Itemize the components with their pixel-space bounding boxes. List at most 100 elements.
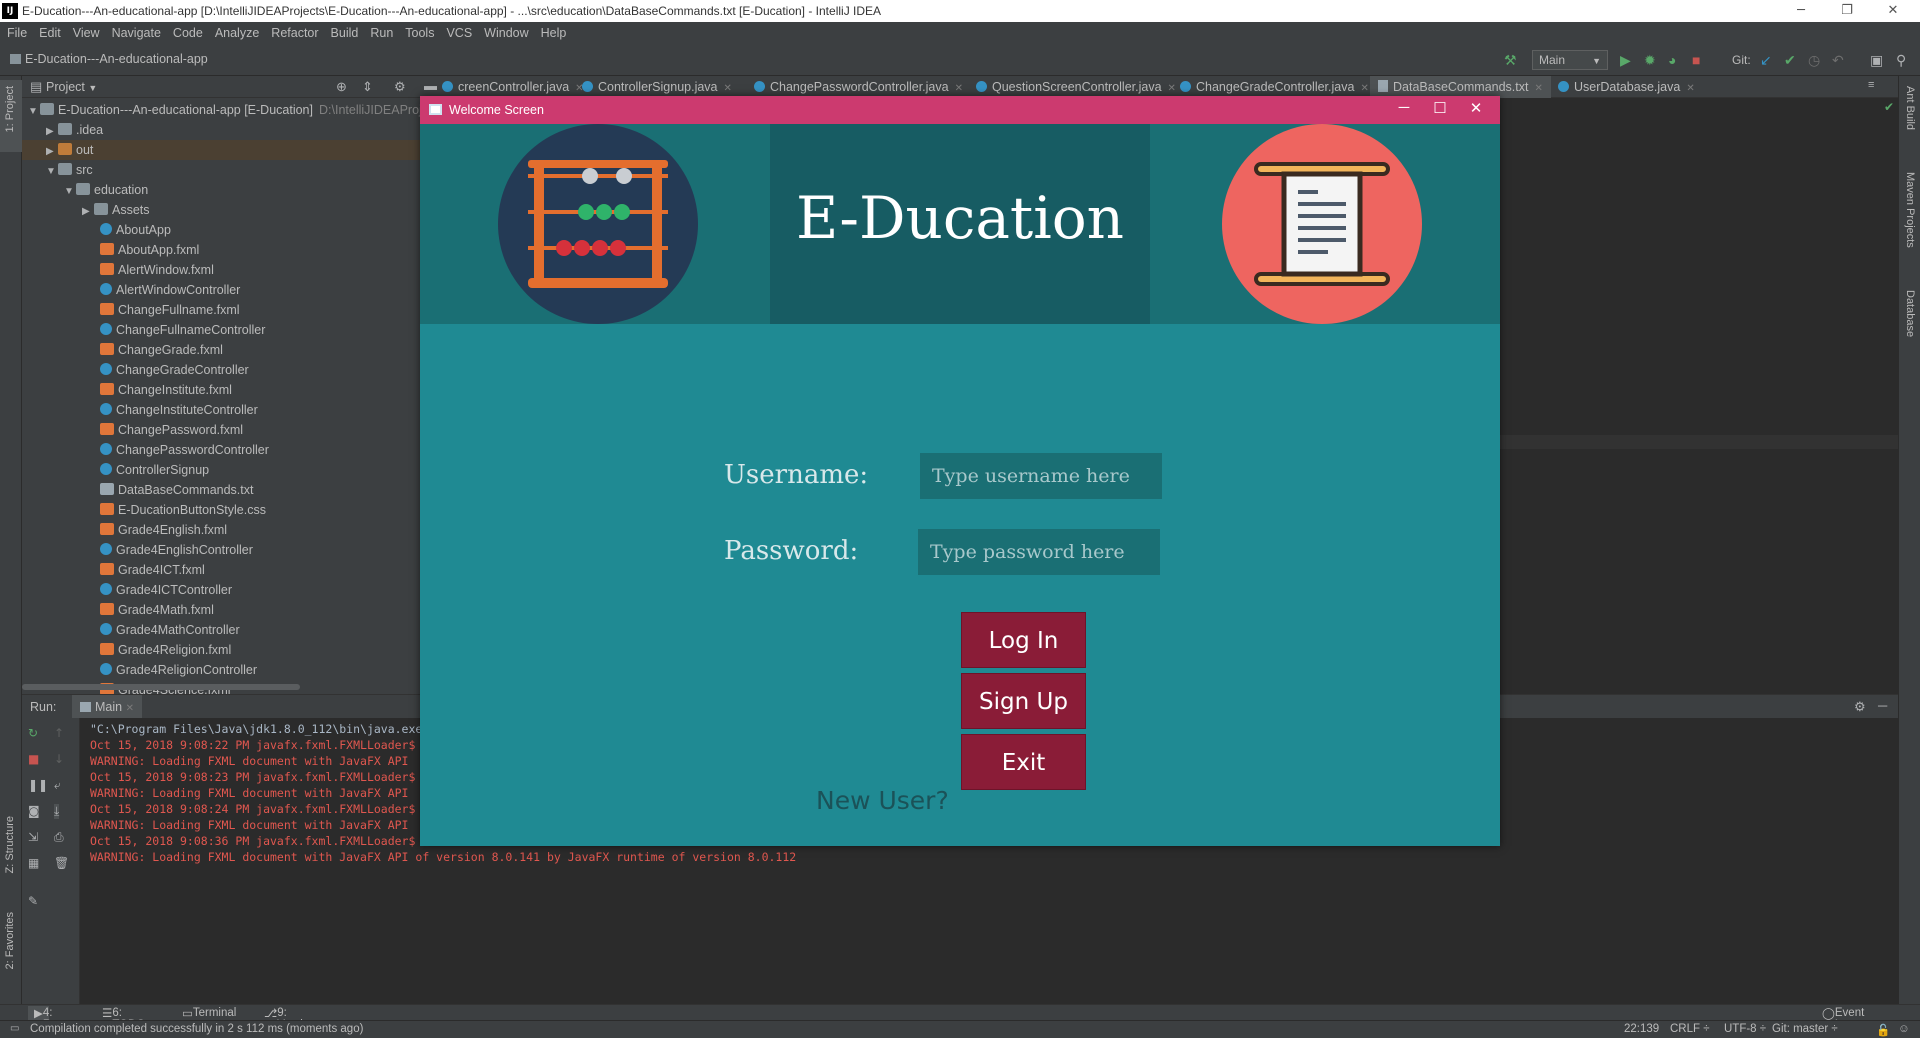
chevron-right-icon[interactable]: ▶	[46, 146, 58, 157]
tree-item[interactable]: Grade4ICTController	[22, 580, 420, 600]
username-input[interactable]: Type username here	[920, 453, 1162, 499]
notification-icon[interactable]: ☺	[1898, 1023, 1910, 1035]
structure-tool-button[interactable]: Z: Structure	[4, 816, 16, 873]
tree-item[interactable]: Grade4EnglishController	[22, 540, 420, 560]
arrow-down-icon[interactable]: ↓	[54, 752, 64, 766]
maximize-icon[interactable]: ☐	[1420, 99, 1460, 117]
project-structure-icon[interactable]: ▣	[1870, 52, 1883, 69]
camera-icon[interactable]: ◙	[28, 804, 40, 818]
build-hammer-icon[interactable]: ⚒	[1504, 52, 1517, 69]
coverage-icon[interactable]: ◕	[1668, 52, 1676, 68]
tree-item[interactable]: ChangeGradeController	[22, 360, 420, 380]
tree-item[interactable]: ChangeInstitute.fxml	[22, 380, 420, 400]
soft-wrap-icon[interactable]: ⤶	[54, 778, 61, 793]
trash-icon[interactable]: 🗑	[54, 856, 69, 870]
revert-icon[interactable]: ↶	[1832, 52, 1844, 69]
password-input[interactable]: Type password here	[918, 529, 1160, 575]
tree-item[interactable]: ChangeFullname.fxml	[22, 300, 420, 320]
login-button[interactable]: Log In	[961, 612, 1086, 668]
close-tab-icon[interactable]: ✕	[955, 83, 963, 94]
collapse-all-icon[interactable]: ⇕	[362, 79, 373, 95]
tree-item[interactable]: ChangeFullnameController	[22, 320, 420, 340]
menu-run[interactable]: Run	[363, 22, 398, 40]
tabs-menu-icon[interactable]: ≡	[1868, 79, 1874, 91]
terminal-tool-button[interactable]: ▭ Terminal	[182, 1006, 236, 1020]
stop-icon[interactable]: ■	[28, 752, 39, 766]
lock-icon[interactable]: 🔓	[1876, 1023, 1890, 1037]
run-tool-button[interactable]: ▶ 4: Run	[28, 1006, 64, 1031]
tree-item[interactable]: Grade4Religion.fxml	[22, 640, 420, 660]
debug-icon[interactable]: ✹	[1644, 52, 1656, 69]
tree-item[interactable]: ▶ .idea	[22, 120, 420, 140]
tree-item[interactable]: Grade4English.fxml	[22, 520, 420, 540]
menu-help[interactable]: Help	[534, 22, 572, 40]
breadcrumb[interactable]: E-Ducation---An-educational-app	[10, 52, 208, 66]
tree-item[interactable]: Grade4ReligionController	[22, 660, 420, 680]
close-icon[interactable]: ✕	[1456, 99, 1496, 117]
rerun-icon[interactable]: ↻	[28, 726, 38, 740]
favorites-tool-button[interactable]: 2: Favorites	[4, 912, 16, 969]
menu-view[interactable]: View	[66, 22, 105, 40]
editor-tab[interactable]: DataBaseCommands.txt ✕	[1370, 76, 1551, 98]
close-tab-icon[interactable]: ✕	[126, 703, 134, 714]
git-commit-icon[interactable]: ✔	[1784, 52, 1796, 69]
tree-item[interactable]: Grade4MathController	[22, 620, 420, 640]
pin-icon[interactable]: ✎	[28, 894, 38, 908]
tree-item[interactable]: ▼ education	[22, 180, 420, 200]
tree-item[interactable]: ChangeGrade.fxml	[22, 340, 420, 360]
tree-item[interactable]: Grade4Math.fxml	[22, 600, 420, 620]
gear-icon[interactable]: ⚙	[394, 79, 406, 95]
minimize-icon[interactable]: ─	[1778, 0, 1824, 22]
menu-file[interactable]: File	[0, 22, 32, 40]
tree-item[interactable]: ▼ src	[22, 160, 420, 180]
editor-tab[interactable]: QuestionScreenController.java ✕	[968, 76, 1184, 98]
exit-icon[interactable]: ⇲	[28, 830, 38, 844]
close-icon[interactable]: ✕	[1870, 0, 1916, 22]
todo-tool-button[interactable]: ☰ 6: TODO	[102, 1006, 145, 1031]
search-icon[interactable]: ⚲	[1896, 52, 1906, 69]
tree-item[interactable]: AboutApp.fxml	[22, 240, 420, 260]
editor-tab[interactable]: ChangePasswordController.java ✕	[746, 76, 971, 98]
horizontal-scrollbar[interactable]	[22, 684, 300, 690]
run-tab-main[interactable]: Main ✕	[72, 695, 142, 719]
editor-tab[interactable]: ControllerSignup.java ✕	[574, 76, 740, 98]
chevron-right-icon[interactable]: ▶	[46, 126, 58, 137]
layout-icon[interactable]: ▦	[28, 856, 39, 870]
close-tab-icon[interactable]: ✕	[724, 83, 732, 94]
chevron-down-icon[interactable]: ▼	[64, 186, 76, 197]
editor-tab[interactable]: ChangeGradeController.java ✕	[1172, 76, 1377, 98]
scroll-from-source-icon[interactable]: ⊕	[336, 79, 347, 95]
tree-item[interactable]: E-DucationButtonStyle.css	[22, 500, 420, 520]
tree-item[interactable]: DataBaseCommands.txt	[22, 480, 420, 500]
menu-window[interactable]: Window	[477, 22, 533, 40]
close-tab-icon[interactable]: ✕	[1686, 83, 1694, 94]
arrow-up-icon[interactable]: ↑	[54, 726, 64, 740]
file-encoding[interactable]: UTF-8 ÷	[1724, 1023, 1766, 1035]
status-toggle-icon[interactable]: ▭	[10, 1023, 19, 1034]
status-message[interactable]: Compilation completed successfully in 2 …	[30, 1023, 363, 1035]
restore-icon[interactable]: ❐	[1824, 0, 1870, 22]
tree-item[interactable]: ChangeInstituteController	[22, 400, 420, 420]
menu-build[interactable]: Build	[324, 22, 364, 40]
history-icon[interactable]: ◷	[1808, 52, 1820, 69]
tree-item[interactable]: ▶ Assets	[22, 200, 420, 220]
maven-projects-tool-button[interactable]: Maven Projects	[1904, 172, 1916, 248]
tree-item[interactable]: ChangePassword.fxml	[22, 420, 420, 440]
project-view-select[interactable]: Project ▼	[46, 80, 97, 94]
tree-item[interactable]: AlertWindowController	[22, 280, 420, 300]
close-tab-icon[interactable]: ✕	[1360, 83, 1368, 94]
chevron-down-icon[interactable]: ▼	[28, 106, 40, 117]
tree-item[interactable]: Grade4ICT.fxml	[22, 560, 420, 580]
editor-tab[interactable]: creenController.java ✕	[434, 76, 592, 98]
tree-item[interactable]: AboutApp	[22, 220, 420, 240]
project-tool-button[interactable]: 1: Project	[4, 86, 16, 132]
event-log-tool-button[interactable]: ◯ Event Log	[1822, 1006, 1864, 1031]
chevron-down-icon[interactable]: ▼	[46, 166, 58, 177]
menu-refactor[interactable]: Refactor	[264, 22, 323, 40]
minimize-icon[interactable]: ─	[1384, 99, 1424, 116]
close-tab-icon[interactable]: ✕	[1534, 83, 1542, 94]
tree-item[interactable]: ▶ out	[22, 140, 420, 160]
menu-vcs[interactable]: VCS	[439, 22, 477, 40]
git-update-icon[interactable]: ↙	[1760, 52, 1772, 69]
ant-build-tool-button[interactable]: Ant Build	[1904, 86, 1916, 130]
